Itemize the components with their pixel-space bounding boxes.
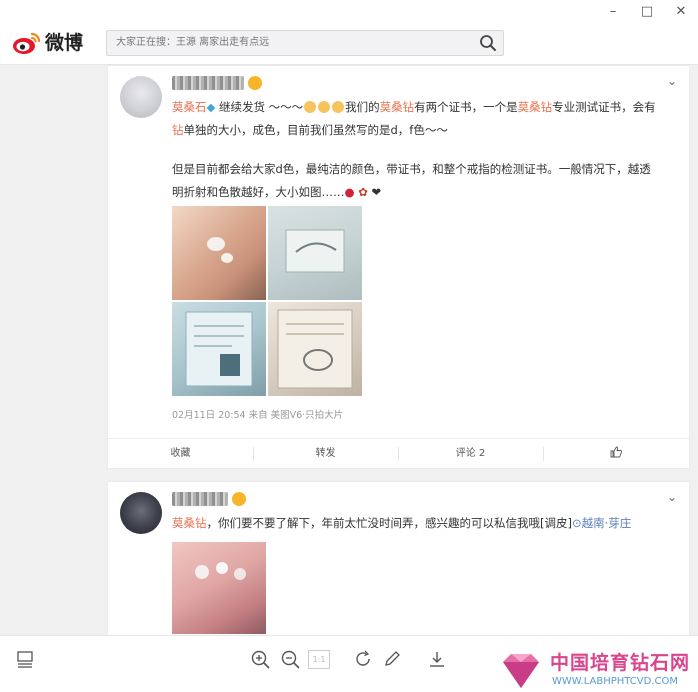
- watermark: 中国培育钻石网 WWW.LABHPHTCVD.COM: [497, 652, 697, 691]
- search-icon[interactable]: [479, 34, 497, 52]
- post-photo[interactable]: [172, 542, 266, 634]
- like-button[interactable]: [543, 439, 688, 469]
- weibo-logo[interactable]: 微博: [12, 30, 84, 56]
- location-pin-icon: ⊙: [571, 516, 582, 530]
- feed[interactable]: ⌄ 莫桑石◆ 继续发货 ～～～ 我们的莫桑钻有两个证书，一个是莫桑钻专业测试证书，…: [0, 65, 698, 635]
- avatar[interactable]: [120, 492, 162, 534]
- post-photo[interactable]: [172, 302, 266, 396]
- chevron-down-icon[interactable]: ⌄: [667, 74, 677, 88]
- repost-button[interactable]: 转发: [253, 439, 398, 469]
- avatar[interactable]: [120, 76, 162, 118]
- topic-link[interactable]: 莫桑钻: [380, 100, 415, 114]
- bouquet-icon: ✿: [358, 185, 368, 199]
- thumbnail-view-icon[interactable]: [14, 648, 36, 670]
- post-card: ⌄ 莫桑石◆ 继续发货 ～～～ 我们的莫桑钻有两个证书，一个是莫桑钻专业测试证书，…: [107, 65, 690, 469]
- watermark-title: 中国培育钻石网: [550, 652, 691, 674]
- window-titlebar: – □ ✕: [0, 0, 698, 24]
- zoom-in-icon[interactable]: [249, 648, 271, 670]
- maximize-button[interactable]: □: [632, 0, 662, 24]
- location-link[interactable]: 越南·芽庄: [582, 516, 632, 530]
- close-button[interactable]: ✕: [666, 0, 696, 24]
- minimize-button[interactable]: –: [598, 0, 628, 24]
- thumbs-up-icon: [610, 446, 622, 458]
- post-text-part: 有两个证书，一个是: [414, 100, 518, 114]
- lips-icon: ●: [344, 185, 355, 199]
- weibo-header: 微博 大家正在搜：王源 离家出走有点远: [0, 24, 698, 65]
- zoom-out-icon[interactable]: [279, 648, 301, 670]
- edit-pencil-icon[interactable]: [381, 648, 403, 670]
- search-box[interactable]: 大家正在搜：王源 离家出走有点远: [106, 30, 504, 56]
- post-card: ⌄ 莫桑钻，你们要不要了解下，年前太忙没时间弄，感兴趣的可以私信我哦[调皮]⊙越…: [107, 481, 690, 635]
- rings-on-hands-image: [195, 562, 246, 580]
- post-photo[interactable]: [268, 206, 362, 300]
- chevron-down-icon[interactable]: ⌄: [667, 490, 677, 504]
- post-text-part: 专业测试证书，会有: [552, 100, 656, 114]
- ring-on-finger-image: [207, 237, 233, 263]
- ring-box-image: [285, 229, 345, 273]
- comment-button[interactable]: 评论 2: [398, 439, 543, 469]
- post-text-paragraph: 但是目前都会给大家d色，最纯洁的颜色，带证书，和整个戒指的检测证书。一般情况下，…: [172, 158, 662, 204]
- emoji-icon: [332, 101, 345, 113]
- post-meta: 02月11日 20:54 来自 美图V6·只拍大片: [172, 410, 344, 421]
- post-photo[interactable]: [172, 206, 266, 300]
- topic-link[interactable]: 莫桑钻: [172, 516, 207, 530]
- download-icon[interactable]: [426, 648, 448, 670]
- search-input[interactable]: 大家正在搜：王源 离家出走有点远: [116, 31, 269, 55]
- heart-icon: ❤: [371, 185, 382, 199]
- post-text-part: 我们的: [345, 100, 380, 114]
- favorite-button[interactable]: 收藏: [108, 439, 253, 469]
- username-blurred[interactable]: [172, 76, 244, 90]
- watermark-url: WWW.LABHPHTCVD.COM: [552, 676, 678, 687]
- emoji-icon: [318, 101, 331, 113]
- post-text-part: 单独的大小，成色，目前我们虽然写的是d，f色～～: [183, 123, 448, 137]
- weibo-eye-icon: [13, 32, 41, 54]
- certificate-image: [185, 311, 253, 387]
- rotate-icon[interactable]: [352, 648, 374, 670]
- post-actions: 收藏 转发 评论 2: [108, 438, 689, 469]
- username-blurred[interactable]: [172, 492, 228, 506]
- post-text-part: 但是目前都会给大家d色，最纯洁的颜色，带证书，和整个戒指的检测证书。一般情况下，…: [172, 162, 651, 199]
- post-photo[interactable]: [268, 302, 362, 396]
- post-text-part: ，你们要不要了解下，年前太忙没时间弄，感兴趣的可以私信我哦[调皮]: [206, 516, 572, 530]
- topic-link[interactable]: 钻: [172, 123, 184, 137]
- certificate-ring-image: [277, 309, 353, 389]
- topic-link[interactable]: 莫桑石: [172, 100, 207, 114]
- vip-badge-icon: [232, 492, 246, 506]
- topic-link[interactable]: 莫桑钻: [518, 100, 553, 114]
- post-text: 莫桑石◆ 继续发货 ～～～ 我们的莫桑钻有两个证书，一个是莫桑钻专业测试证书，会有…: [172, 96, 662, 142]
- actual-size-button[interactable]: 1:1: [308, 650, 330, 669]
- emoji-icon: [304, 101, 317, 113]
- vip-badge-icon: [248, 76, 262, 90]
- logo-text: 微博: [45, 32, 84, 54]
- post-text: 莫桑钻，你们要不要了解下，年前太忙没时间弄，感兴趣的可以私信我哦[调皮]⊙越南·…: [172, 512, 662, 535]
- diamond-logo-icon: [503, 654, 539, 688]
- post-text-part: 继续发货 ～～～: [215, 100, 304, 114]
